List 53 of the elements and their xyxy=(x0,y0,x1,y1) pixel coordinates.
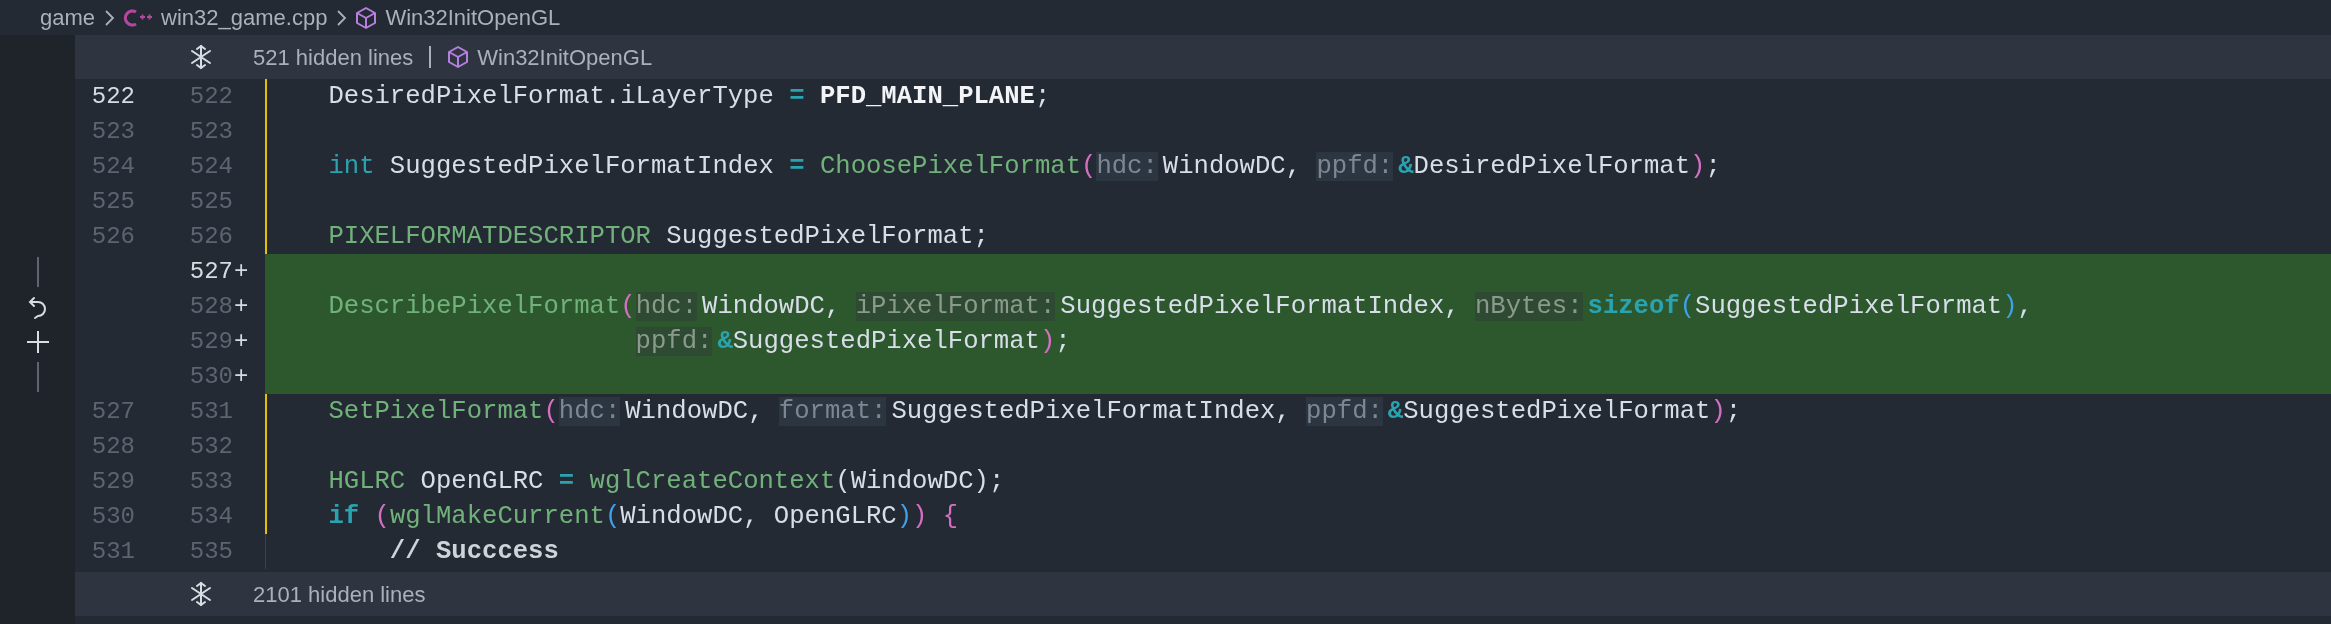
code-line: DescribePixelFormat(hdc: WindowDC, iPixelFormat: SuggestedPixelFormatIndex, nBytes: sizeof(SuggestedPixelFormat), xyxy=(327,291,2033,323)
line-number: 532 xyxy=(188,432,233,462)
code-line: int SuggestedPixelFormatIndex = ChoosePixelFormat(hdc: WindowDC, ppfd: &DesiredPixelFormat); xyxy=(327,151,1721,183)
cpp-file-icon xyxy=(123,7,154,28)
line-number: 525 xyxy=(188,187,233,217)
code-line: SetPixelFormat(hdc: WindowDC, format: SuggestedPixelFormatIndex, ppfd: &SuggestedPixelFormat); xyxy=(327,396,1742,428)
chevron-icon xyxy=(103,8,116,27)
chevron-icon xyxy=(335,8,348,27)
hidden-lines-label[interactable]: 2101 hidden lines xyxy=(253,577,426,611)
line-number: 528 xyxy=(188,292,233,322)
gutter-line xyxy=(36,361,39,392)
line-number: 531 xyxy=(90,537,135,567)
hidden-lines-label[interactable]: 521 hidden lines xyxy=(253,40,414,74)
expand-icon[interactable] xyxy=(189,581,213,607)
line-number: 530 xyxy=(90,502,135,532)
code-line: PIXELFORMATDESCRIPTOR SuggestedPixelFormat; xyxy=(327,221,989,253)
breadcrumb-item[interactable]: game xyxy=(40,1,96,34)
line-number: 527 xyxy=(188,257,233,287)
line-number: 529 xyxy=(188,327,233,357)
line-number: 523 xyxy=(90,117,135,147)
added-marker: + xyxy=(233,327,250,357)
line-number: 535 xyxy=(188,537,233,567)
line-number: 528 xyxy=(90,432,135,462)
line-number: 527 xyxy=(90,397,135,427)
symbol-label: Win32InitOpenGL xyxy=(477,43,653,72)
line-number: 533 xyxy=(188,467,233,497)
cube-icon xyxy=(355,5,378,30)
line-number: 525 xyxy=(90,187,135,217)
code-line: ppfd: &SuggestedPixelFormat); xyxy=(634,326,1071,358)
line-number: 529 xyxy=(90,467,135,497)
expand-icon[interactable] xyxy=(189,44,213,70)
code-line: DesiredPixelFormat.iLayerType = PFD_MAIN_PLANE; xyxy=(327,81,1051,113)
added-marker: + xyxy=(233,362,250,392)
line-number: 524 xyxy=(90,152,135,182)
added-marker: + xyxy=(233,292,250,322)
breadcrumb-item[interactable]: win32_game.cpp xyxy=(161,1,328,34)
line-number: 531 xyxy=(188,397,233,427)
code-line: if (wglMakeCurrent(WindowDC, OpenGLRC)) { xyxy=(327,501,959,533)
breadcrumb-item[interactable]: Win32InitOpenGL xyxy=(385,1,561,34)
line-number: 524 xyxy=(188,152,233,182)
plus-icon[interactable] xyxy=(24,328,51,355)
line-number: 526 xyxy=(188,222,233,252)
code-line: HGLRC OpenGLRC = wglCreateContext(WindowDC); xyxy=(327,466,1005,498)
code-line: // Succcess xyxy=(388,536,559,568)
line-number: 522 xyxy=(188,82,233,112)
line-number: 530 xyxy=(188,362,233,392)
line-number: 522 xyxy=(90,82,135,112)
added-marker: + xyxy=(233,257,250,287)
line-number: 526 xyxy=(90,222,135,252)
cube-icon xyxy=(447,45,470,69)
line-number: 523 xyxy=(188,117,233,147)
line-number: 534 xyxy=(188,502,233,532)
gutter-line xyxy=(36,256,39,287)
